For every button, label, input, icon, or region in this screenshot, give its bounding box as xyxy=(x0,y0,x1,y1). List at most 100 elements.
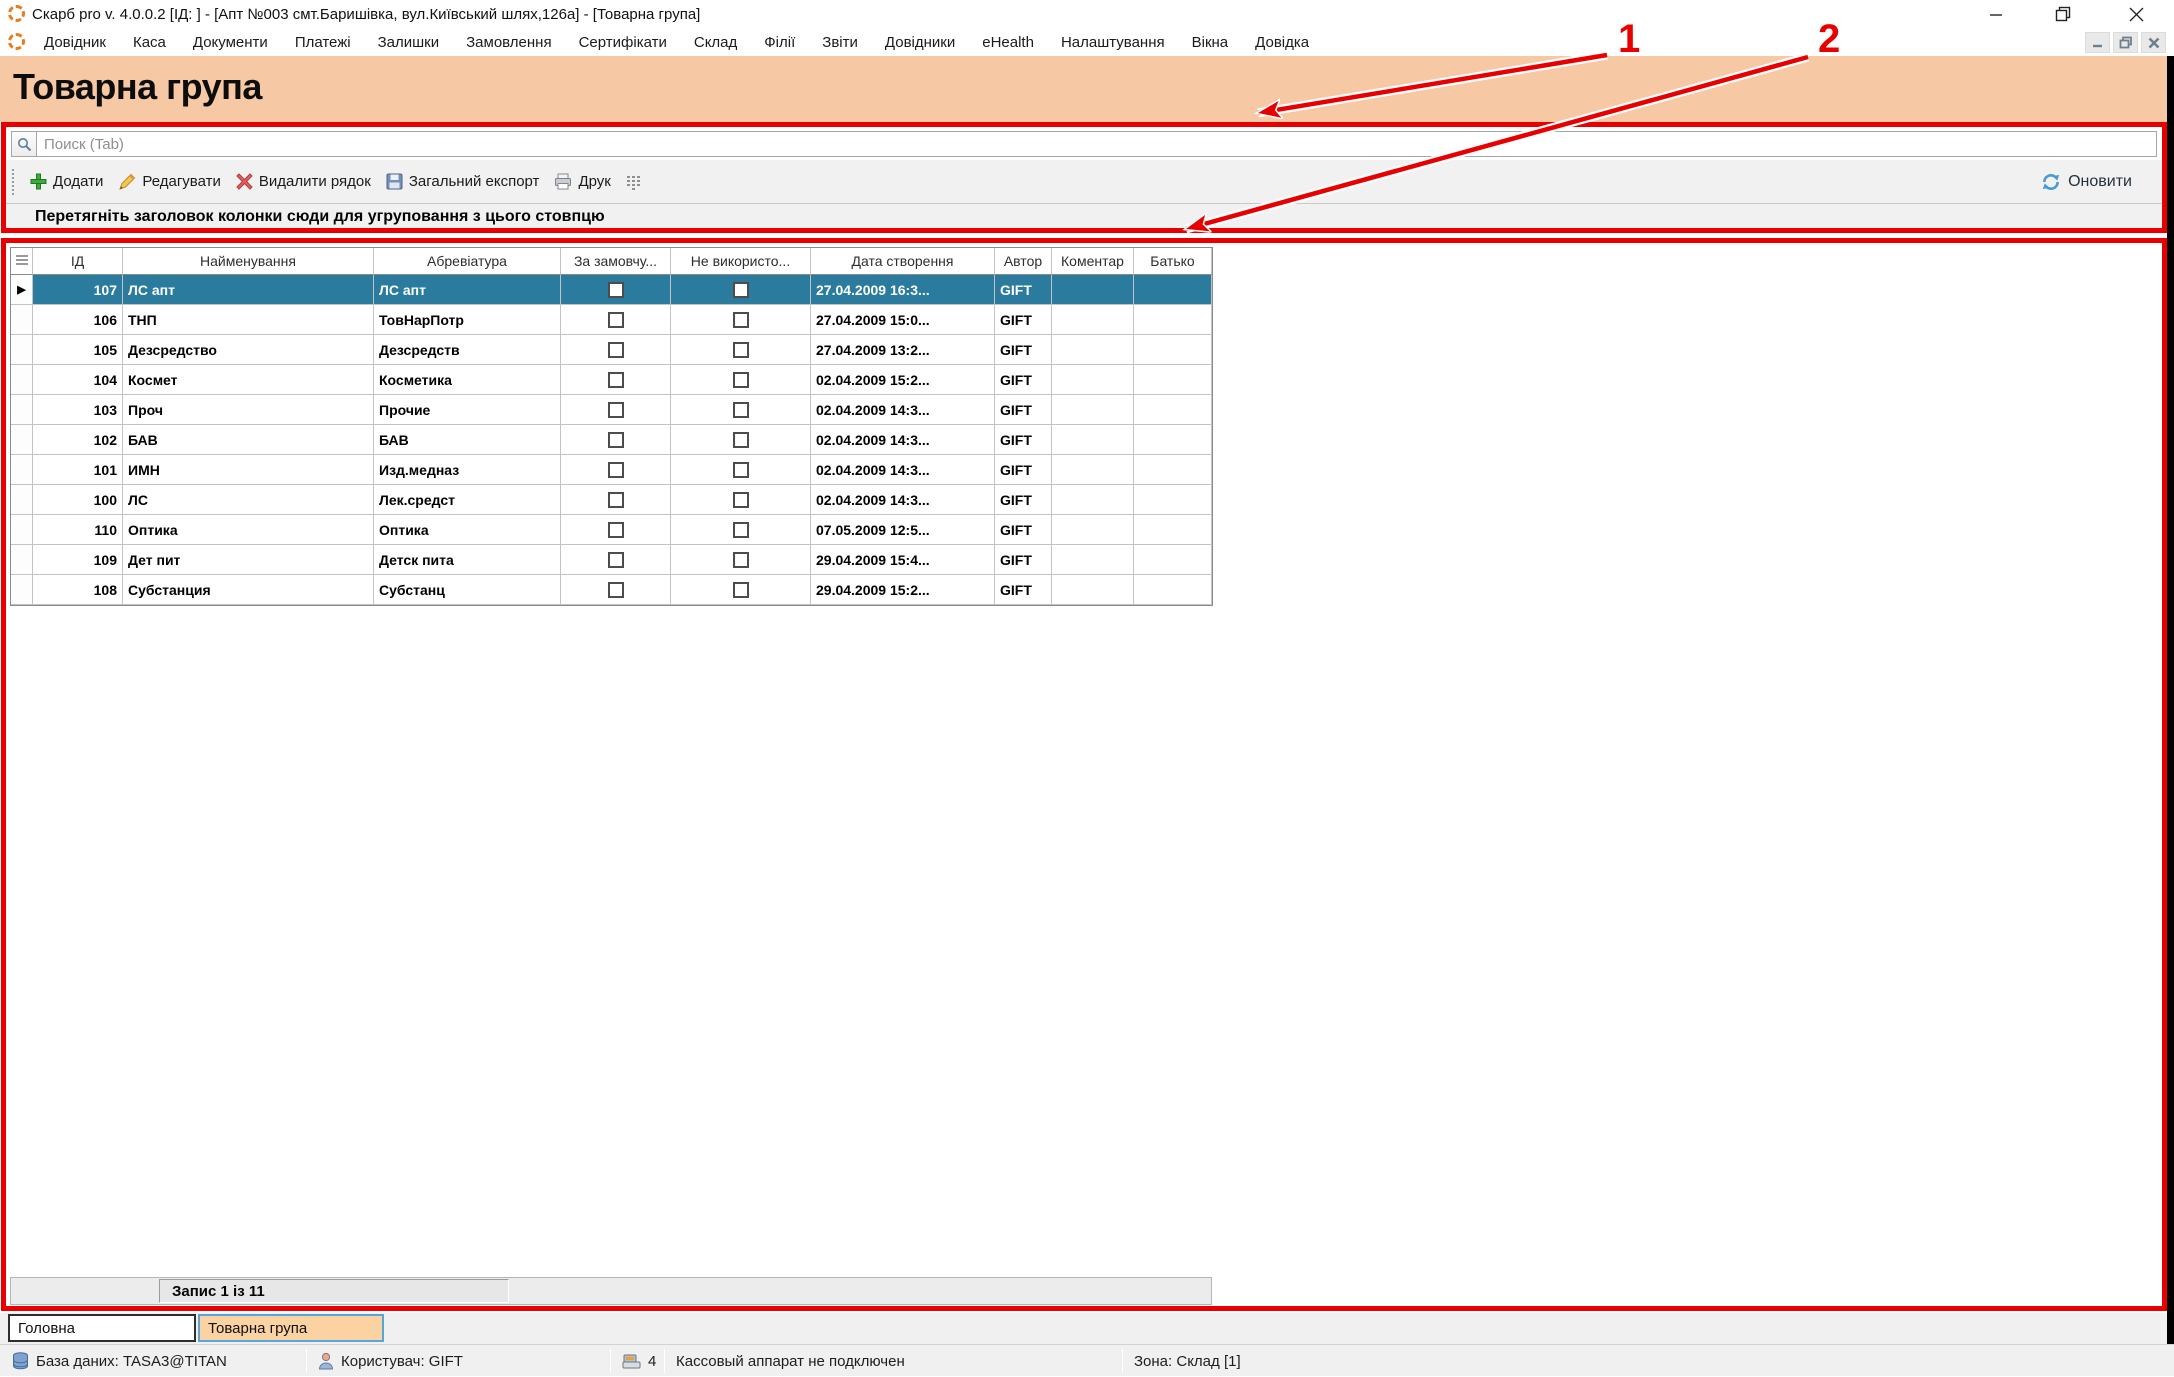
column-header-7[interactable]: Автор xyxy=(995,248,1052,275)
table-row[interactable]: 105ДезсредствоДезсредств27.04.2009 13:2.… xyxy=(11,335,1212,365)
unused-checkbox[interactable] xyxy=(733,312,749,328)
cell-cb1[interactable] xyxy=(561,335,671,365)
unused-checkbox[interactable] xyxy=(733,342,749,358)
cell-cb1[interactable] xyxy=(561,515,671,545)
unused-checkbox[interactable] xyxy=(733,462,749,478)
default-checkbox[interactable] xyxy=(608,282,624,298)
unused-checkbox[interactable] xyxy=(733,492,749,508)
cell-author[interactable]: GIFT xyxy=(995,335,1052,365)
table-row[interactable]: 101ИМНИзд.медназ 02.04.2009 14:3...GIFT xyxy=(11,455,1212,485)
cell-cb2[interactable] xyxy=(671,545,811,575)
default-checkbox[interactable] xyxy=(608,462,624,478)
cell-author[interactable]: GIFT xyxy=(995,275,1052,305)
default-checkbox[interactable] xyxy=(608,432,624,448)
cell-cb1[interactable] xyxy=(561,545,671,575)
menu-item-9[interactable]: Філії xyxy=(764,34,795,51)
cell-name[interactable]: Субстанция xyxy=(123,575,374,605)
default-checkbox[interactable] xyxy=(608,492,624,508)
cell-name[interactable]: ИМН xyxy=(123,455,374,485)
default-checkbox[interactable] xyxy=(608,402,624,418)
mdi-close-button[interactable] xyxy=(2141,32,2166,53)
unused-checkbox[interactable] xyxy=(733,522,749,538)
cell-author[interactable]: GIFT xyxy=(995,305,1052,335)
unused-checkbox[interactable] xyxy=(733,402,749,418)
cell-cb1[interactable] xyxy=(561,575,671,605)
cell-id[interactable]: 102 xyxy=(33,425,123,455)
cell-cb1[interactable] xyxy=(561,365,671,395)
cell-abbr[interactable]: ТовНарПотр xyxy=(374,305,561,335)
column-header-6[interactable]: Дата створення xyxy=(811,248,995,275)
cell-date[interactable]: 02.04.2009 15:2... xyxy=(811,365,995,395)
cell-date[interactable]: 02.04.2009 14:3... xyxy=(811,455,995,485)
cell-id[interactable]: 100 xyxy=(33,485,123,515)
menu-item-2[interactable]: Каса xyxy=(133,34,166,51)
menu-item-5[interactable]: Залишки xyxy=(378,34,440,51)
unused-checkbox[interactable] xyxy=(733,432,749,448)
search-input[interactable]: Поиск (Tab) xyxy=(11,131,2157,157)
cell-name[interactable]: Дезсредство xyxy=(123,335,374,365)
cell-author[interactable]: GIFT xyxy=(995,395,1052,425)
grid-corner-cell[interactable] xyxy=(11,248,33,275)
menu-item-7[interactable]: Сертифікати xyxy=(579,34,667,51)
cell-id[interactable]: 103 xyxy=(33,395,123,425)
menu-item-8[interactable]: Склад xyxy=(694,34,737,51)
unused-checkbox[interactable] xyxy=(733,282,749,298)
cell-comment[interactable] xyxy=(1052,575,1134,605)
cell-cb2[interactable] xyxy=(671,365,811,395)
column-header-4[interactable]: За замовчу... xyxy=(561,248,671,275)
table-row[interactable]: ▶107ЛС аптЛС апт27.04.2009 16:3...GIFT xyxy=(11,275,1212,305)
cell-cb1[interactable] xyxy=(561,395,671,425)
menu-item-3[interactable]: Документи xyxy=(193,34,268,51)
table-row[interactable]: 100ЛСЛек.средст02.04.2009 14:3...GIFT xyxy=(11,485,1212,515)
cell-cb1[interactable] xyxy=(561,305,671,335)
delete-row-button[interactable]: Видалити рядок xyxy=(236,173,371,190)
cell-author[interactable]: GIFT xyxy=(995,515,1052,545)
tab-active-2[interactable]: Товарна група xyxy=(198,1314,384,1342)
menu-item-15[interactable]: Довідка xyxy=(1255,34,1309,51)
cell-cb2[interactable] xyxy=(671,485,811,515)
columns-button[interactable] xyxy=(626,174,640,190)
cell-abbr[interactable]: Изд.медназ xyxy=(374,455,561,485)
default-checkbox[interactable] xyxy=(608,582,624,598)
cell-comment[interactable] xyxy=(1052,275,1134,305)
cell-name[interactable]: БАВ xyxy=(123,425,374,455)
cell-parent[interactable] xyxy=(1134,455,1212,485)
cell-comment[interactable] xyxy=(1052,545,1134,575)
cell-abbr[interactable]: БАВ xyxy=(374,425,561,455)
cell-cb1[interactable] xyxy=(561,455,671,485)
tab-inactive-1[interactable]: Головна xyxy=(8,1314,196,1342)
cell-cb2[interactable] xyxy=(671,275,811,305)
cell-abbr[interactable]: Прочие xyxy=(374,395,561,425)
table-row[interactable]: 104КосметКосметика02.04.2009 15:2...GIFT xyxy=(11,365,1212,395)
cell-comment[interactable] xyxy=(1052,335,1134,365)
cell-cb2[interactable] xyxy=(671,515,811,545)
menu-item-14[interactable]: Вікна xyxy=(1192,34,1229,51)
mdi-minimize-button[interactable] xyxy=(2085,32,2110,53)
cell-name[interactable]: ЛС xyxy=(123,485,374,515)
mdi-restore-button[interactable] xyxy=(2113,32,2138,53)
table-row[interactable]: 109Дет питДетск пита29.04.2009 15:4...GI… xyxy=(11,545,1212,575)
cell-author[interactable]: GIFT xyxy=(995,575,1052,605)
cell-date[interactable]: 02.04.2009 14:3... xyxy=(811,395,995,425)
menu-item-10[interactable]: Звіти xyxy=(822,34,858,51)
default-checkbox[interactable] xyxy=(608,522,624,538)
cell-cb2[interactable] xyxy=(671,455,811,485)
column-header-9[interactable]: Батько xyxy=(1134,248,1212,275)
cell-name[interactable]: Оптика xyxy=(123,515,374,545)
cell-date[interactable]: 29.04.2009 15:2... xyxy=(811,575,995,605)
toolbar-drag-handle[interactable] xyxy=(12,169,15,195)
cell-author[interactable]: GIFT xyxy=(995,455,1052,485)
cell-comment[interactable] xyxy=(1052,395,1134,425)
cell-author[interactable]: GIFT xyxy=(995,545,1052,575)
cell-parent[interactable] xyxy=(1134,275,1212,305)
cell-date[interactable]: 02.04.2009 14:3... xyxy=(811,425,995,455)
cell-id[interactable]: 101 xyxy=(33,455,123,485)
cell-parent[interactable] xyxy=(1134,425,1212,455)
menu-item-6[interactable]: Замовлення xyxy=(466,34,551,51)
table-row[interactable]: 106ТНПТовНарПотр27.04.2009 15:0...GIFT xyxy=(11,305,1212,335)
cell-comment[interactable] xyxy=(1052,365,1134,395)
cell-name[interactable]: Проч xyxy=(123,395,374,425)
cell-parent[interactable] xyxy=(1134,335,1212,365)
cell-abbr[interactable]: Косметика xyxy=(374,365,561,395)
cell-cb2[interactable] xyxy=(671,305,811,335)
